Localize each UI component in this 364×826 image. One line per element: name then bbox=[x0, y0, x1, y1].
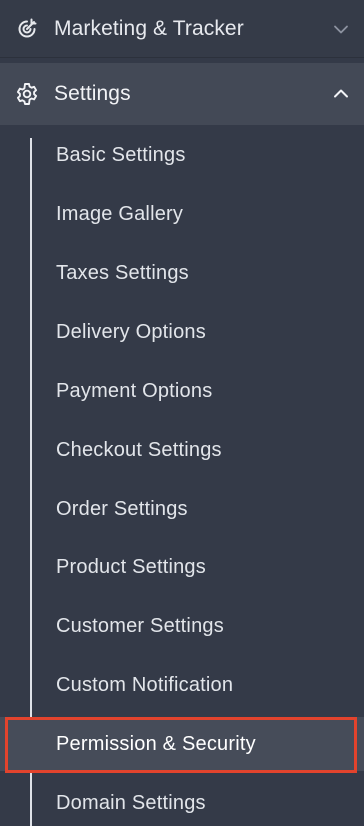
submenu-item-label: Permission & Security bbox=[56, 732, 256, 755]
submenu-item-label: Domain Settings bbox=[56, 791, 206, 814]
sidebar-item-settings[interactable]: Settings bbox=[0, 63, 364, 125]
submenu-item-domain-settings[interactable]: Domain Settings bbox=[0, 776, 364, 826]
submenu-item-label: Customer Settings bbox=[56, 614, 224, 637]
submenu-item-label: Payment Options bbox=[56, 379, 213, 402]
chevron-down-icon[interactable] bbox=[332, 20, 350, 38]
submenu-item-label: Checkout Settings bbox=[56, 438, 222, 461]
sidebar: Marketing & Tracker Settings Basic Setti… bbox=[0, 0, 364, 826]
submenu-item-taxes-settings[interactable]: Taxes Settings bbox=[0, 246, 364, 300]
target-icon bbox=[14, 16, 40, 42]
sidebar-item-label: Settings bbox=[54, 82, 131, 105]
submenu-item-label: Order Settings bbox=[56, 497, 188, 520]
submenu-item-permission-security[interactable]: Permission & Security bbox=[0, 717, 364, 771]
sidebar-item-marketing-tracker[interactable]: Marketing & Tracker bbox=[0, 0, 364, 58]
submenu-item-label: Taxes Settings bbox=[56, 261, 189, 284]
sidebar-item-label: Marketing & Tracker bbox=[54, 16, 244, 40]
submenu-item-label: Delivery Options bbox=[56, 320, 206, 343]
submenu-item-label: Product Settings bbox=[56, 555, 206, 578]
gear-icon bbox=[14, 81, 40, 107]
submenu-item-basic-settings[interactable]: Basic Settings bbox=[0, 128, 364, 182]
submenu-item-customer-settings[interactable]: Customer Settings bbox=[0, 599, 364, 653]
submenu-item-order-settings[interactable]: Order Settings bbox=[0, 482, 364, 536]
submenu-item-payment-options[interactable]: Payment Options bbox=[0, 364, 364, 418]
submenu-item-label: Image Gallery bbox=[56, 202, 184, 225]
submenu-item-label: Custom Notification bbox=[56, 673, 234, 696]
submenu-item-image-gallery[interactable]: Image Gallery bbox=[0, 187, 364, 241]
settings-submenu: Basic Settings Image Gallery Taxes Setti… bbox=[0, 125, 364, 826]
submenu-item-delivery-options[interactable]: Delivery Options bbox=[0, 305, 364, 359]
submenu-item-label: Basic Settings bbox=[56, 143, 186, 166]
submenu-item-product-settings[interactable]: Product Settings bbox=[0, 540, 364, 594]
submenu-item-custom-notification[interactable]: Custom Notification bbox=[0, 658, 364, 712]
chevron-up-icon[interactable] bbox=[332, 85, 350, 103]
submenu-item-checkout-settings[interactable]: Checkout Settings bbox=[0, 423, 364, 477]
